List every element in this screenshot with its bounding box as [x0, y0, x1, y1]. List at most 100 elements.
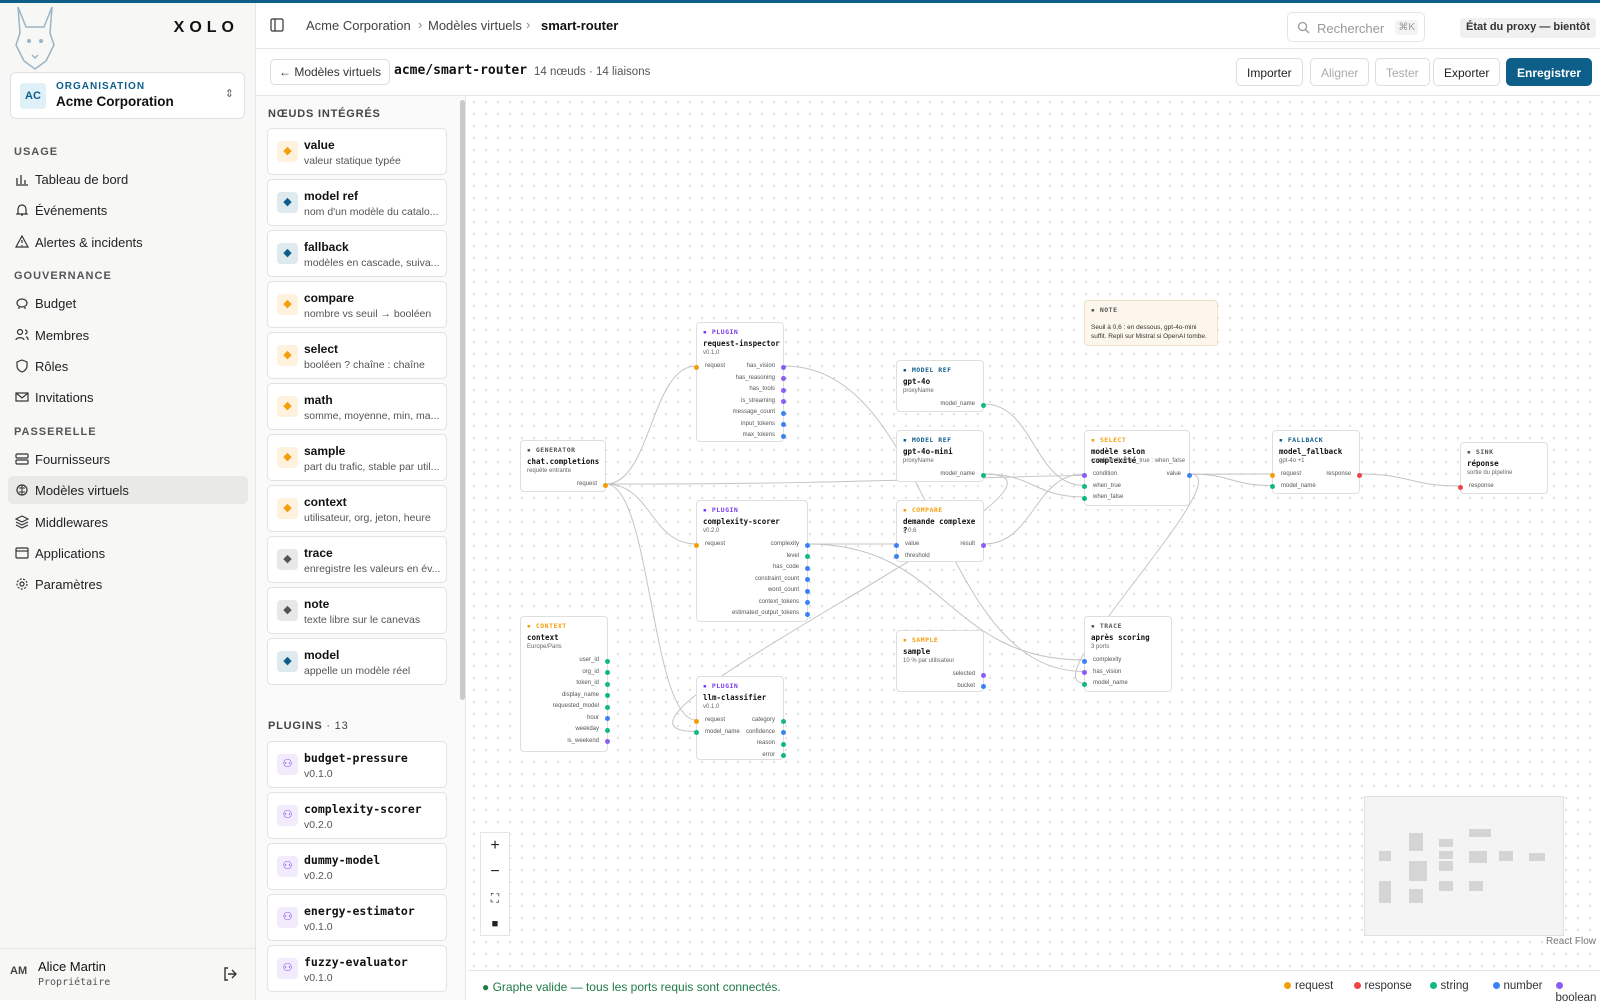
graph-edge[interactable] — [984, 474, 1084, 544]
output-handle[interactable] — [605, 670, 610, 675]
input-handle[interactable] — [1082, 670, 1087, 675]
palette-node-sample[interactable]: ◆samplepart du trafic, stable par util..… — [267, 434, 447, 481]
output-handle[interactable] — [605, 682, 610, 687]
output-handle[interactable] — [981, 684, 986, 689]
sidebar-item-modèles-virtuels[interactable]: Modèles virtuels — [8, 476, 248, 504]
output-handle[interactable] — [981, 403, 986, 408]
graph-node-context[interactable]: ▪ CONTEXTcontextEurope/Parisuser_idorg_i… — [520, 616, 608, 752]
graph-node-sample[interactable]: ▪ SAMPLEsample10 % par utilisateurselect… — [896, 630, 984, 692]
input-handle[interactable] — [1082, 496, 1087, 501]
output-handle[interactable] — [1187, 473, 1192, 478]
output-handle[interactable] — [805, 600, 810, 605]
test-button[interactable]: Tester — [1375, 58, 1430, 86]
graph-node-note[interactable]: ▪ NOTESeuil à 0,6 : en dessous, gpt-4o-m… — [1084, 300, 1218, 346]
output-handle[interactable] — [805, 566, 810, 571]
sidebar-item-invitations[interactable]: Invitations — [8, 383, 248, 411]
graph-edge[interactable] — [606, 484, 696, 720]
react-flow-attribution[interactable]: React Flow — [1546, 936, 1596, 947]
graph-edge[interactable] — [606, 366, 696, 484]
import-button[interactable]: Importer — [1236, 58, 1303, 86]
output-handle[interactable] — [781, 376, 786, 381]
org-switcher[interactable]: AC ORGANISATION Acme Corporation ⇕ — [10, 72, 245, 119]
sidebar-item-tableau-de-bord[interactable]: Tableau de bord — [8, 165, 248, 193]
output-handle[interactable] — [781, 730, 786, 735]
input-handle[interactable] — [1270, 473, 1275, 478]
palette-node-model-ref[interactable]: ◆model refnom d'un modèle du catalo... — [267, 179, 447, 226]
zoom-out-button[interactable]: − — [481, 859, 509, 885]
graph-node-compare[interactable]: ▪ COMPAREdemande complexe ?> 0.6valuethr… — [896, 500, 984, 562]
palette-plugin-complexity-scorer[interactable]: ⚇complexity-scorerv0.2.0 — [267, 792, 447, 839]
save-button[interactable]: Enregistrer — [1506, 58, 1592, 86]
input-handle[interactable] — [1270, 484, 1275, 489]
zoom-in-button[interactable]: + — [481, 833, 509, 859]
output-handle[interactable] — [1357, 473, 1362, 478]
input-handle[interactable] — [894, 543, 899, 548]
output-handle[interactable] — [605, 705, 610, 710]
output-handle[interactable] — [605, 659, 610, 664]
input-handle[interactable] — [694, 719, 699, 724]
search-input[interactable]: Rechercher ⌘K — [1287, 12, 1425, 42]
graph-node-gpt4omini[interactable]: ▪ MODEL REFgpt-4o-miniproxyNamemodel_nam… — [896, 430, 984, 482]
input-handle[interactable] — [694, 543, 699, 548]
sidebar-item-membres[interactable]: Membres — [8, 321, 248, 349]
output-handle[interactable] — [605, 739, 610, 744]
graph-node-trace[interactable]: ▪ TRACEaprès scoring3 portscomplexityhas… — [1084, 616, 1172, 692]
palette-plugin-fuzzy-evaluator[interactable]: ⚇fuzzy-evaluatorv0.1.0 — [267, 945, 447, 992]
output-handle[interactable] — [781, 399, 786, 404]
palette-node-fallback[interactable]: ◆fallbackmodèles en cascade, suiva... — [267, 230, 447, 277]
palette-node-trace[interactable]: ◆traceenregistre les valeurs en év... — [267, 536, 447, 583]
input-handle[interactable] — [1082, 659, 1087, 664]
input-handle[interactable] — [1458, 485, 1463, 490]
palette-plugin-dummy-model[interactable]: ⚇dummy-modelv0.2.0 — [267, 843, 447, 890]
graph-node-gpt4o[interactable]: ▪ MODEL REFgpt-4oproxyNamemodel_name — [896, 360, 984, 412]
output-handle[interactable] — [981, 543, 986, 548]
input-handle[interactable] — [1082, 473, 1087, 478]
palette-scrollbar[interactable] — [460, 100, 465, 700]
palette-node-compare[interactable]: ◆comparenombre vs seuil → booléen — [267, 281, 447, 328]
graph-edge[interactable] — [1190, 474, 1272, 486]
output-handle[interactable] — [781, 753, 786, 758]
output-handle[interactable] — [605, 728, 610, 733]
sidebar-item-paramètres[interactable]: Paramètres — [8, 570, 248, 598]
palette-node-math[interactable]: ◆mathsomme, moyenne, min, ma... — [267, 383, 447, 430]
breadcrumb-virtual-models[interactable]: Modèles virtuels — [428, 18, 522, 33]
minimap[interactable] — [1364, 796, 1564, 936]
sidebar-item-événements[interactable]: Événements — [8, 196, 248, 224]
palette-node-note[interactable]: ◆notetexte libre sur le canevas — [267, 587, 447, 634]
breadcrumb-org[interactable]: Acme Corporation — [306, 18, 411, 33]
palette-node-model[interactable]: ◆modelappelle un modèle réel — [267, 638, 447, 685]
lock-icon[interactable]: ■ — [481, 911, 509, 937]
logout-icon[interactable] — [222, 966, 238, 982]
output-handle[interactable] — [781, 365, 786, 370]
output-handle[interactable] — [981, 473, 986, 478]
sidebar-item-middlewares[interactable]: Middlewares — [8, 508, 248, 536]
input-handle[interactable] — [694, 730, 699, 735]
output-handle[interactable] — [805, 554, 810, 559]
output-handle[interactable] — [781, 742, 786, 747]
graph-edge[interactable] — [984, 404, 1084, 486]
output-handle[interactable] — [605, 693, 610, 698]
palette-node-value[interactable]: ◆valuevaleur statique typée — [267, 128, 447, 175]
output-handle[interactable] — [781, 388, 786, 393]
sidebar-item-applications[interactable]: Applications — [8, 539, 248, 567]
palette-plugin-budget-pressure[interactable]: ⚇budget-pressurev0.1.0 — [267, 741, 447, 788]
output-handle[interactable] — [805, 612, 810, 617]
palette-node-select[interactable]: ◆selectbooléen ? chaîne : chaîne — [267, 332, 447, 379]
output-handle[interactable] — [603, 483, 608, 488]
output-handle[interactable] — [805, 577, 810, 582]
graph-node-fallback[interactable]: ▪ FALLBACKmodel_fallbackgpt-4o +1request… — [1272, 430, 1360, 494]
fit-view-icon[interactable]: ⛶ — [481, 885, 509, 911]
graph-node-classifier[interactable]: ▪ PLUGINllm-classifierv0.1.0requestmodel… — [696, 676, 784, 760]
input-handle[interactable] — [1082, 682, 1087, 687]
palette-node-context[interactable]: ◆contextutilisateur, org, jeton, heure — [267, 485, 447, 532]
sidebar-item-fournisseurs[interactable]: Fournisseurs — [8, 445, 248, 473]
output-handle[interactable] — [781, 434, 786, 439]
sidebar-toggle-icon[interactable] — [270, 18, 284, 32]
graph-node-sink[interactable]: ▪ SINKréponsesortie du pipelineresponse — [1460, 442, 1548, 494]
align-button[interactable]: Aligner — [1310, 58, 1369, 86]
sidebar-item-budget[interactable]: Budget — [8, 289, 248, 317]
palette-plugin-energy-estimator[interactable]: ⚇energy-estimatorv0.1.0 — [267, 894, 447, 941]
back-to-virtual-models-button[interactable]: ← Modèles virtuels — [270, 59, 390, 85]
graph-node-select[interactable]: ▪ SELECTmodèle selon complexitécondition… — [1084, 430, 1190, 506]
output-handle[interactable] — [781, 422, 786, 427]
